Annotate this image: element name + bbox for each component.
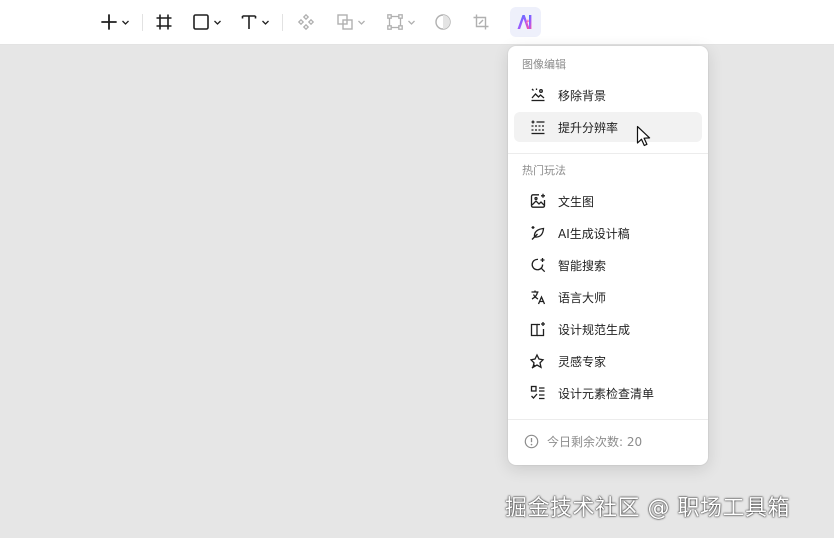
book-sparkle-icon — [529, 320, 547, 338]
ai-logo-icon — [517, 15, 531, 29]
smart-search-icon — [529, 256, 547, 274]
chevron-down-icon — [358, 20, 365, 25]
menu-item-ai-design-draft[interactable]: AI生成设计稿 — [514, 218, 702, 248]
frame-tool-button[interactable] — [151, 7, 177, 37]
chevron-down-icon — [122, 20, 129, 25]
menu-item-inspiration-expert[interactable]: 灵感专家 — [514, 346, 702, 376]
boolean-tool-button[interactable] — [331, 7, 371, 37]
section-title-image-edit: 图像编辑 — [522, 58, 566, 71]
remove-background-icon — [529, 86, 547, 104]
menu-item-label: 设计规范生成 — [558, 322, 631, 337]
pin-sparkle-icon — [529, 352, 547, 370]
menu-item-remove-background[interactable]: 移除背景 — [514, 80, 702, 110]
ai-tools-button[interactable] — [510, 7, 541, 37]
leaf-pen-icon — [529, 224, 547, 242]
crop-icon — [473, 14, 489, 30]
menu-item-element-checklist[interactable]: 设计元素检查清单 — [514, 378, 702, 408]
watermark: 掘金技术社区 @ 职场工具箱 — [505, 496, 790, 521]
image-sparkle-icon — [529, 192, 547, 210]
menu-item-label: 文生图 — [558, 194, 595, 209]
vector-edit-button[interactable] — [381, 7, 421, 37]
menu-divider — [508, 419, 708, 420]
menu-item-label: 提升分辨率 — [558, 120, 619, 135]
toolbar-divider — [282, 14, 283, 31]
remaining-uses-label: 今日剩余次数: 20 — [547, 434, 643, 449]
menu-item-label: 智能搜索 — [558, 258, 607, 273]
vector-edit-icon — [387, 14, 403, 30]
mask-tool-button[interactable] — [430, 7, 456, 37]
component-tool-button[interactable] — [293, 7, 319, 37]
chevron-down-icon — [214, 20, 221, 25]
info-circle-icon — [524, 434, 539, 449]
menu-divider — [508, 153, 708, 154]
upscale-icon — [529, 118, 547, 136]
menu-item-label: 设计元素检查清单 — [558, 386, 655, 401]
menu-item-language-master[interactable]: 语言大师 — [514, 282, 702, 312]
ai-tools-menu: 图像编辑 移除背景 提升分辨率 热门玩法 文生图 AI生成设计稿 智能搜索 语言… — [508, 46, 708, 465]
menu-item-upscale[interactable]: 提升分辨率 — [514, 112, 702, 142]
chevron-down-icon — [262, 20, 269, 25]
menu-item-design-spec[interactable]: 设计规范生成 — [514, 314, 702, 344]
mask-icon — [435, 14, 451, 30]
chevron-down-icon — [408, 20, 415, 25]
translate-icon — [529, 288, 547, 306]
menu-item-label: 语言大师 — [558, 290, 607, 305]
shape-tool-button[interactable] — [187, 7, 227, 37]
top-toolbar — [0, 0, 834, 45]
frame-icon — [156, 14, 172, 30]
text-icon — [241, 15, 257, 29]
component-icon — [297, 13, 315, 31]
rectangle-icon — [193, 14, 209, 30]
boolean-icon — [337, 14, 353, 30]
menu-item-label: 移除背景 — [558, 88, 607, 103]
mouse-cursor-icon — [636, 125, 651, 147]
crop-tool-button[interactable] — [468, 7, 494, 37]
menu-item-label: AI生成设计稿 — [558, 226, 630, 241]
design-canvas[interactable] — [0, 46, 834, 538]
toolbar-divider — [142, 14, 143, 31]
menu-item-smart-search[interactable]: 智能搜索 — [514, 250, 702, 280]
section-title-popular: 热门玩法 — [522, 164, 566, 177]
menu-item-label: 灵感专家 — [558, 354, 607, 369]
menu-item-text-to-image[interactable]: 文生图 — [514, 186, 702, 216]
plus-icon — [101, 14, 117, 30]
remaining-uses: 今日剩余次数: 20 — [524, 432, 642, 450]
text-tool-button[interactable] — [235, 7, 275, 37]
checklist-icon — [529, 384, 547, 402]
add-tool-button[interactable] — [95, 7, 135, 37]
